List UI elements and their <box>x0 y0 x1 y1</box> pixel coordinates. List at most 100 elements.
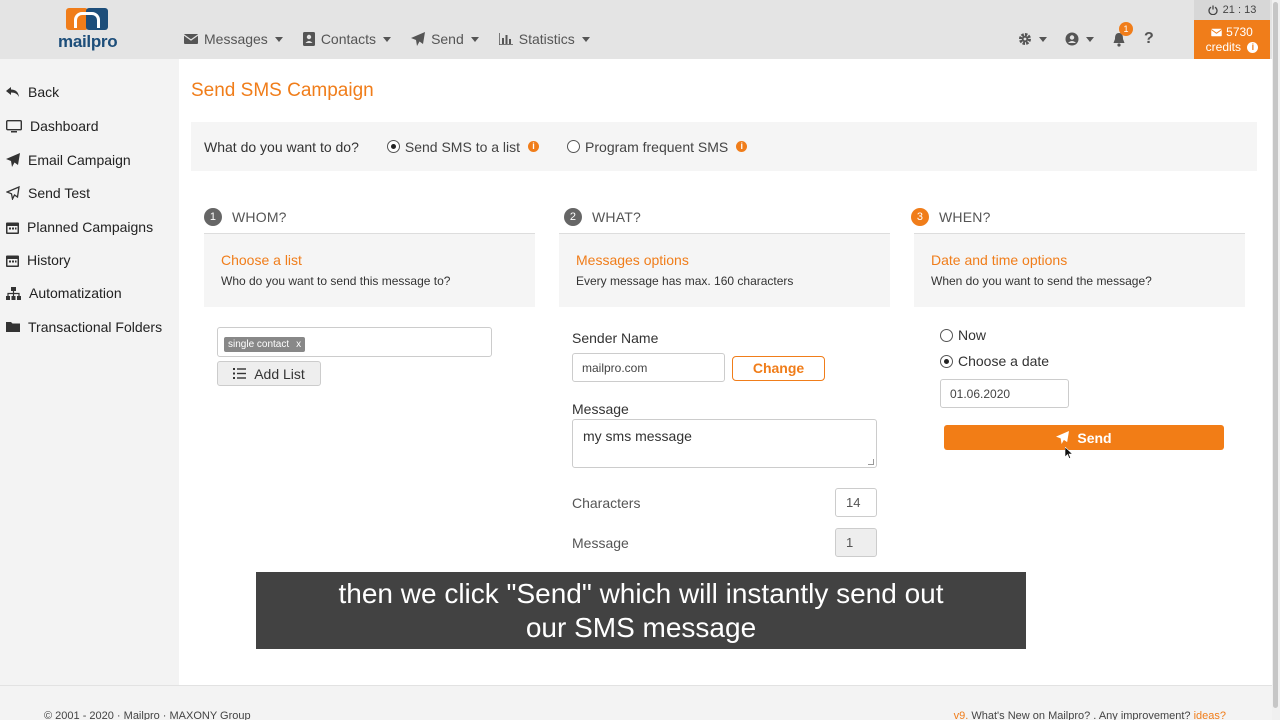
user-circle-icon <box>1065 32 1079 46</box>
version-link[interactable]: v9. <box>954 710 969 720</box>
whats-new-text[interactable]: What's New on Mailpro? . Any improvement… <box>968 710 1193 720</box>
send-label: Send <box>1077 429 1112 446</box>
calendar-icon <box>6 255 19 267</box>
option-send-sms-to-list[interactable]: Send SMS to a list i <box>386 138 540 155</box>
step-when: 3 WHEN? <box>911 208 991 226</box>
mouse-cursor-icon <box>1065 447 1073 459</box>
nav-contacts[interactable]: Contacts <box>302 31 392 47</box>
sitemap-icon <box>6 286 21 300</box>
envelope-icon <box>184 34 198 44</box>
add-list-button[interactable]: Add List <box>217 361 321 386</box>
bar-chart-icon <box>498 33 513 45</box>
ideas-link[interactable]: ideas? <box>1194 710 1226 720</box>
message-textarea[interactable]: my sms message <box>572 419 877 468</box>
step-label: WHEN? <box>939 209 991 225</box>
add-list-label: Add List <box>254 365 305 382</box>
settings-menu[interactable] <box>1018 32 1047 46</box>
when-choose-date-option[interactable]: Choose a date <box>940 353 1049 369</box>
footer-links: v9. What's New on Mailpro? . Any improve… <box>954 710 1226 720</box>
card-message-options: Messages options Every message has max. … <box>559 234 890 307</box>
step-number: 3 <box>911 208 929 226</box>
nav-statistics-label: Statistics <box>518 31 575 47</box>
tag-remove-icon[interactable]: x <box>296 339 301 350</box>
envelope-icon <box>1211 28 1223 37</box>
nav-messages-label: Messages <box>204 31 268 47</box>
footer: © 2001 - 2020 · Mailpro · MAXONY Group v… <box>0 685 1272 720</box>
paper-plane-icon <box>1056 431 1070 444</box>
sidebar-item-transactional-folders[interactable]: Transactional Folders <box>6 319 162 335</box>
radio-unselected[interactable] <box>567 140 581 153</box>
send-button[interactable]: Send <box>944 425 1224 450</box>
option-label: Send SMS to a list <box>404 138 521 155</box>
sidebar-item-email-campaign[interactable]: Email Campaign <box>6 152 131 168</box>
help-button[interactable]: ? <box>1144 30 1154 48</box>
sidebar-item-automatization[interactable]: Automatization <box>6 285 122 301</box>
subtitle-line-2: our SMS message <box>525 612 757 643</box>
sidebar-item-dashboard[interactable]: Dashboard <box>6 118 99 134</box>
scrollbar-thumb[interactable] <box>1273 2 1278 708</box>
sidebar-item-back[interactable]: Back <box>6 84 59 100</box>
date-value: 01.06.2020 <box>950 386 1011 401</box>
credits-label: credits <box>1205 40 1241 54</box>
step-what: 2 WHAT? <box>564 208 641 226</box>
change-sender-button[interactable]: Change <box>732 356 825 381</box>
clock-time: 21 : 13 <box>1222 4 1257 16</box>
step-number: 1 <box>204 208 222 226</box>
chevron-down-icon <box>470 36 479 42</box>
nav-send[interactable]: Send <box>411 31 479 47</box>
nav-messages[interactable]: Messages <box>184 31 283 47</box>
sender-name-input[interactable]: mailpro.com <box>572 353 725 382</box>
video-subtitle: then we click "Send" which will instantl… <box>256 572 1026 649</box>
info-icon[interactable]: i <box>736 141 748 152</box>
user-menu[interactable] <box>1065 32 1094 46</box>
page-title: Send SMS Campaign <box>191 80 374 101</box>
step-number: 2 <box>564 208 582 226</box>
sidebar-item-planned-campaigns[interactable]: Planned Campaigns <box>6 219 153 235</box>
monitor-icon <box>6 119 22 132</box>
sidebar-item-history[interactable]: History <box>6 252 71 268</box>
info-icon[interactable]: i <box>1247 42 1259 54</box>
main-nav: Messages Contacts Send Statistics <box>184 31 610 47</box>
date-input[interactable]: 01.06.2020 <box>940 379 1069 408</box>
when-now-option[interactable]: Now <box>940 327 986 343</box>
radio-unselected[interactable] <box>940 328 953 342</box>
sidebar-item-label: Dashboard <box>30 118 99 134</box>
chevron-down-icon <box>274 36 283 42</box>
header-tools: 1 ? <box>1018 21 1172 48</box>
sidebar-item-label: Transactional Folders <box>28 319 163 335</box>
sidebar-item-label: Email Campaign <box>28 152 131 168</box>
contact-card-icon <box>302 32 315 46</box>
info-icon[interactable]: i <box>528 141 540 152</box>
page-scrollbar[interactable] <box>1272 0 1280 720</box>
step-whom: 1 WHOM? <box>204 208 287 226</box>
notifications-button[interactable]: 1 <box>1112 21 1133 47</box>
gear-icon <box>1019 33 1031 45</box>
paper-plane-icon <box>6 153 20 167</box>
credits-box[interactable]: 5730 credits i <box>1194 20 1270 59</box>
nav-send-label: Send <box>431 31 464 47</box>
chevron-down-icon <box>1039 36 1047 42</box>
option-program-frequent-sms[interactable]: Program frequent SMS i <box>567 139 748 155</box>
nav-statistics[interactable]: Statistics <box>498 31 590 47</box>
back-arrow-icon <box>6 87 19 97</box>
sidebar-item-send-test[interactable]: Send Test <box>6 185 90 201</box>
list-tag-input[interactable]: single contact x <box>217 327 492 357</box>
calendar-icon <box>6 222 19 234</box>
resize-handle-icon[interactable] <box>868 459 874 465</box>
radio-selected[interactable] <box>386 140 400 153</box>
top-bar: mailpro Messages Contacts Send Statistic… <box>0 0 1272 59</box>
radio-selected[interactable] <box>940 354 953 368</box>
card-title: Messages options <box>576 252 689 268</box>
mailpro-logo[interactable]: mailpro <box>58 8 120 54</box>
card-subtitle: When do you want to send the message? <box>931 274 1152 288</box>
logo-text: mailpro <box>58 32 118 51</box>
step-label: WHAT? <box>592 209 641 225</box>
folder-icon <box>6 322 20 332</box>
power-icon <box>1208 5 1218 15</box>
message-count: 1 <box>835 528 877 557</box>
card-choose-list: Choose a list Who do you want to send th… <box>204 234 535 307</box>
message-label: Message <box>572 401 629 417</box>
chevron-down-icon <box>581 36 590 42</box>
credits-amount: 5730 <box>1226 25 1253 39</box>
credits-label-row: credits i <box>1194 40 1270 55</box>
